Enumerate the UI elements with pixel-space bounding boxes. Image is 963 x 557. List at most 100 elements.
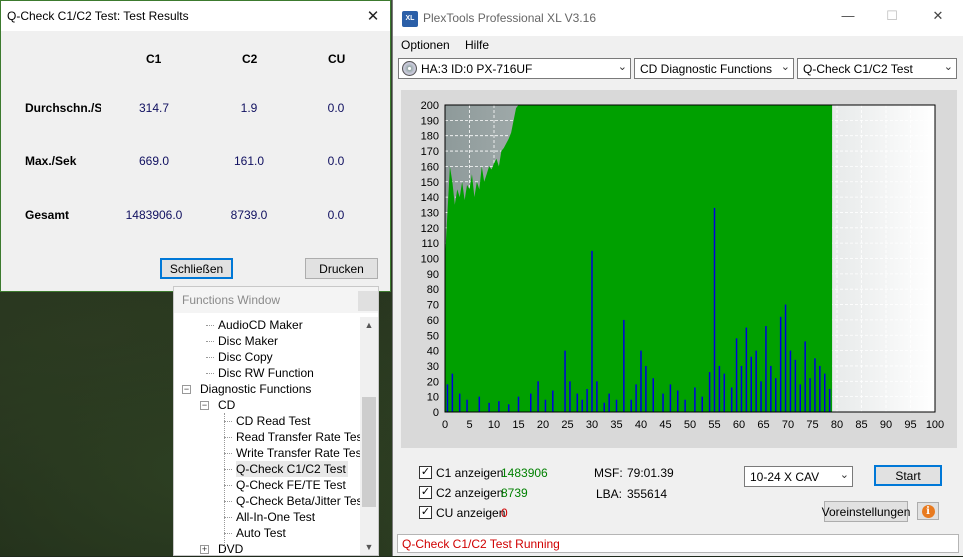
y-tick-label: 70	[427, 300, 439, 312]
maximize-icon[interactable]: ☐	[877, 8, 907, 28]
x-tick-label: 75	[806, 419, 818, 431]
tree-connector	[206, 341, 214, 342]
lba-label: LBA:	[596, 487, 623, 501]
tree-item[interactable]: CD	[218, 397, 237, 413]
c1-count: 1483906	[501, 466, 548, 480]
lba-value: 355614	[627, 487, 668, 501]
c2-label: C2 anzeigen	[436, 486, 504, 500]
plextools-window: XL PlexTools Professional XL V3.16 — ☐ ✕…	[392, 0, 963, 556]
y-tick-label: 120	[421, 223, 439, 235]
menu-help[interactable]: Hilfe	[465, 38, 489, 52]
tree-expander-icon[interactable]: +	[200, 545, 209, 554]
tree-item[interactable]: Disc Copy	[218, 349, 275, 365]
function-tree: AudioCD Maker Disc Maker Disc Copy Disc RW …	[174, 317, 360, 557]
info-icon: i	[921, 504, 935, 518]
cu-checkbox[interactable]: ✓	[419, 506, 432, 519]
main-title: PlexTools Professional XL V3.16	[423, 11, 596, 25]
tree-item[interactable]: Read Transfer Rate Test	[236, 429, 360, 445]
functions-window-titlebar[interactable]: Functions Window	[174, 287, 378, 313]
value-total-c1: 1483906.0	[125, 208, 183, 222]
row-label-total: Gesamt	[25, 208, 70, 222]
tree-expander-icon[interactable]: −	[200, 401, 209, 410]
close-icon[interactable]: ✕	[362, 5, 384, 27]
functions-window-title: Functions Window	[182, 293, 281, 307]
value-total-cu: 0.0	[327, 208, 345, 222]
tree-connector	[224, 413, 225, 549]
test-select[interactable]: Q-Check C1/C2 Test ⌄	[797, 58, 957, 79]
y-tick-label: 10	[427, 392, 439, 404]
tree-expander-icon[interactable]: −	[182, 385, 191, 394]
close-button[interactable]: Schließen	[160, 258, 233, 279]
function-select[interactable]: CD Diagnostic Functions ⌄	[634, 58, 794, 79]
main-titlebar[interactable]: XL PlexTools Professional XL V3.16 — ☐ ✕	[393, 0, 963, 36]
tree-connector	[224, 517, 232, 518]
tree-connector	[224, 485, 232, 486]
x-tick-label: 30	[586, 419, 598, 431]
tree-item[interactable]: CD Read Test	[236, 413, 312, 429]
column-header-c1: C1	[146, 52, 162, 66]
value-max-c2: 161.0	[233, 154, 265, 168]
tree-item[interactable]: Diagnostic Functions	[200, 381, 313, 397]
settings-button[interactable]: Voreinstellungen	[822, 501, 910, 522]
value-max-c1: 669.0	[138, 154, 170, 168]
tree-item[interactable]: Auto Test	[236, 525, 288, 541]
column-header-c2: C2	[242, 52, 258, 66]
tree-connector	[206, 373, 214, 374]
x-tick-label: 40	[635, 419, 647, 431]
cu-label: CU anzeigen	[436, 506, 506, 520]
start-button[interactable]: Start	[874, 465, 942, 486]
c2-count: 8739	[501, 486, 528, 500]
tree-connector	[206, 357, 214, 358]
c2-checkbox[interactable]: ✓	[419, 486, 432, 499]
x-tick-label: 15	[512, 419, 524, 431]
tree-item[interactable]: AudioCD Maker	[218, 317, 305, 333]
scroll-up-icon[interactable]: ▲	[360, 317, 378, 333]
y-tick-label: 180	[421, 131, 439, 143]
window-button[interactable]	[358, 291, 378, 311]
y-tick-label: 110	[421, 238, 439, 250]
tree-item[interactable]: Disc Maker	[218, 333, 280, 349]
speed-select[interactable]: 10-24 X CAV ⌄	[744, 466, 853, 487]
info-button[interactable]: i	[917, 502, 939, 520]
x-tick-label: 95	[904, 419, 916, 431]
tree-item[interactable]: Write Transfer Rate Test	[236, 445, 360, 461]
chart-panel: 0 10 20 30 40 50 60 70 80 90 100 110 120 130 140 150 160…	[401, 90, 957, 448]
c1-checkbox[interactable]: ✓	[419, 466, 432, 479]
value-avg-cu: 0.0	[327, 101, 345, 115]
status-bar: Q-Check C1/C2 Test Running	[397, 534, 959, 553]
drive-select[interactable]: HA:3 ID:0 PX-716UF ⌄	[398, 58, 631, 79]
scrollbar-thumb[interactable]	[362, 397, 376, 507]
y-tick-label: 170	[421, 146, 439, 158]
y-tick-label: 200	[421, 100, 439, 112]
chevron-down-icon: ⌄	[617, 61, 627, 73]
minimize-icon[interactable]: —	[833, 8, 863, 28]
close-window-icon[interactable]: ✕	[923, 8, 953, 28]
tree-item[interactable]: DVD	[218, 541, 245, 557]
y-tick-label: 130	[421, 207, 439, 219]
tree-connector	[224, 501, 232, 502]
tree-item[interactable]: Q-Check Beta/Jitter Test	[236, 493, 360, 509]
tree-item[interactable]: All-In-One Test	[236, 509, 317, 525]
app-logo-icon: XL	[402, 11, 418, 27]
x-tick-label: 85	[855, 419, 867, 431]
y-tick-label: 80	[427, 284, 439, 296]
x-tick-label: 25	[561, 419, 573, 431]
x-tick-label: 60	[733, 419, 745, 431]
chevron-down-icon: ⌄	[943, 61, 953, 73]
scroll-down-icon[interactable]: ▼	[360, 539, 378, 555]
print-button[interactable]: Drucken	[305, 258, 378, 279]
tree-scrollbar[interactable]: ▲ ▼	[360, 317, 378, 555]
y-tick-label: 30	[427, 361, 439, 373]
results-titlebar[interactable]: Q-Check C1/C2 Test: Test Results ✕	[1, 1, 390, 31]
menu-options[interactable]: Optionen	[401, 38, 450, 52]
results-window: Q-Check C1/C2 Test: Test Results ✕ C1 C2…	[0, 0, 391, 292]
tree-item[interactable]: Q-Check C1/C2 Test	[236, 461, 348, 477]
x-tick-label: 0	[442, 419, 448, 431]
tree-item[interactable]: Q-Check FE/TE Test	[236, 477, 348, 493]
cu-count: 0	[501, 506, 508, 520]
y-tick-label: 20	[427, 376, 439, 388]
y-tick-label: 150	[421, 177, 439, 189]
x-tick-label: 90	[880, 419, 892, 431]
tree-item[interactable]: Disc RW Function	[218, 365, 316, 381]
y-tick-label: 190	[421, 115, 439, 127]
